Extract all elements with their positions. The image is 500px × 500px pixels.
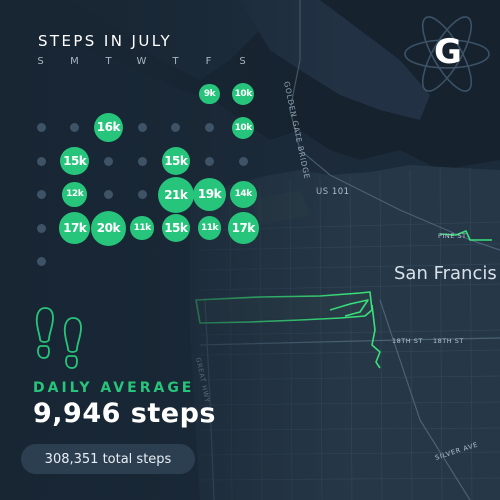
weekday-wednesday: W [136,56,148,67]
map-label-18th-st-east: 18TH ST [433,337,464,345]
weekday-monday: M [70,56,80,67]
calendar-day-20 [137,190,147,199]
page-title: STEPS IN JULY [38,32,173,50]
weekday-thursday: T [172,56,180,67]
calendar-day-16 [238,156,248,166]
calendar-day-24 [36,223,46,233]
calendar-day-3 [36,123,46,132]
calendar-day-17 [36,190,46,199]
calendar-day-21: 21k [157,176,194,213]
calendar-day-30: 17k [227,212,259,244]
total-steps-text: 308,351 total steps [44,451,172,467]
map-label-pine-st: PINE ST [438,232,466,240]
weekday-tuesday: T [105,56,113,67]
footprints-icon [35,307,82,369]
calendar-day-8 [205,123,214,132]
calendar-day-1: 9k [199,83,220,105]
calendar-day-27: 11k [130,216,154,240]
calendar-day-19 [103,190,113,199]
calendar-day-13 [137,156,147,166]
calendar-day-23: 14k [229,180,257,209]
total-steps-badge: 308,351 total steps [21,444,195,474]
calendar-day-9: 10k [232,116,255,139]
calendar-day-11: 15k [60,146,89,176]
calendar-day-14: 15k [161,146,191,176]
calendar-day-29: 11k [197,216,222,240]
daily-average-value: 9,946 steps [33,398,216,429]
map-label-city: San Francis [394,263,497,284]
daily-average-label: DAILY AVERAGE [33,380,195,396]
calendar-day-18: 12k [62,182,87,207]
calendar-day-6 [137,123,147,132]
calendar-day-10 [36,156,46,166]
weekday-friday: F [205,56,213,67]
calendar-day-25: 17k [59,212,91,244]
weekday-sunday: S [37,56,45,67]
map-label-18th-st: 18TH ST [392,337,423,345]
calendar-day-12 [103,156,113,166]
calendar-day-28: 15k [161,213,191,243]
map-label-highway: US 101 [316,187,350,197]
calendar-day-15 [205,156,214,166]
logo-letter: G [434,32,462,72]
weekday-saturday: S [239,56,247,67]
calendar-day-31 [36,257,46,266]
calendar-day-26: 20k [90,210,126,246]
